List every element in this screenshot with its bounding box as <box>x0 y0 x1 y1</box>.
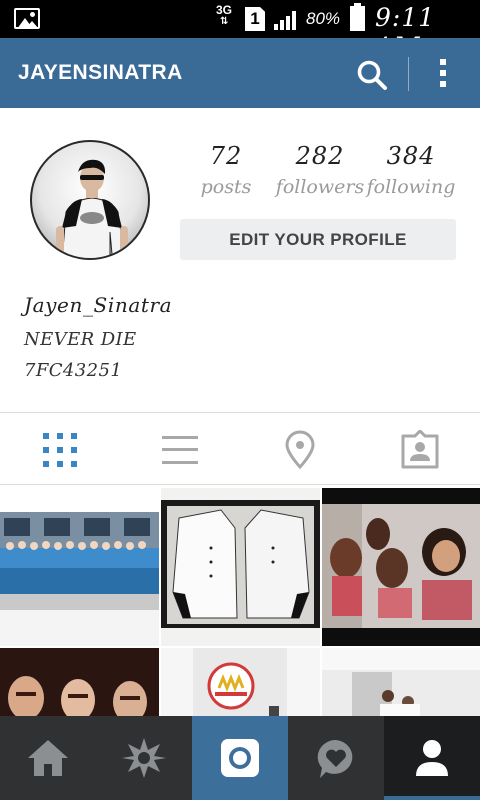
following-label: following <box>366 176 456 198</box>
photo-thumbnail[interactable] <box>0 488 159 646</box>
followers-stat[interactable]: 282 followers <box>274 142 366 198</box>
search-icon[interactable] <box>356 59 388 91</box>
sim-icon: 1 <box>245 7 265 31</box>
nav-explore[interactable] <box>96 716 192 800</box>
home-icon <box>28 740 68 776</box>
edit-profile-button[interactable]: EDIT YOUR PROFILE <box>180 219 456 260</box>
network-type: 3G <box>216 3 233 17</box>
following-count: 384 <box>386 142 436 170</box>
grid-icon[interactable] <box>40 430 80 470</box>
battery-percent: 80% <box>306 9 341 28</box>
photo-thumbnail[interactable] <box>161 488 320 646</box>
network-indicator: 3G ⇅ <box>216 3 233 27</box>
photo-thumbnail[interactable] <box>322 648 480 718</box>
photo-thumbnail[interactable] <box>322 488 480 646</box>
profile-stats: 72 posts 282 followers 384 following <box>180 142 456 212</box>
camera-icon <box>221 739 259 777</box>
nav-profile[interactable] <box>384 716 480 800</box>
followers-count: 282 <box>295 142 345 170</box>
avatar[interactable] <box>30 140 150 260</box>
bio-name: Jayen_Sinatra <box>24 293 173 317</box>
activity-heart-icon <box>317 739 353 778</box>
tagged-user-icon[interactable] <box>400 430 440 470</box>
divider <box>0 484 480 485</box>
photo-thumbnail[interactable] <box>0 648 159 718</box>
map-pin-icon[interactable] <box>280 430 320 470</box>
gallery-notification-icon <box>14 8 40 29</box>
nav-camera[interactable] <box>192 716 288 800</box>
profile-icon <box>416 740 448 776</box>
posts-stat[interactable]: 72 posts <box>184 142 268 198</box>
divider <box>0 412 480 413</box>
photo-thumbnail[interactable] <box>161 648 320 718</box>
bio-line: 7FC43251 <box>24 360 123 381</box>
data-arrows-icon: ⇅ <box>220 16 229 27</box>
signal-icon <box>274 11 296 30</box>
nav-home[interactable] <box>0 716 96 800</box>
header-divider <box>408 57 409 91</box>
posts-label: posts <box>200 176 252 198</box>
posts-count: 72 <box>209 142 243 170</box>
bio-line: NEVER DIE <box>24 329 137 350</box>
bottom-navigation <box>0 716 480 800</box>
following-stat[interactable]: 384 following <box>366 142 456 198</box>
avatar-photo <box>56 159 128 258</box>
explore-star-icon <box>122 738 166 778</box>
more-options-icon[interactable] <box>432 57 454 91</box>
list-icon[interactable] <box>160 430 200 470</box>
nav-activity[interactable] <box>288 716 384 800</box>
app-header: JAYENSINATRA <box>0 38 480 108</box>
profile-username: JAYENSINATRA <box>18 61 183 84</box>
battery-icon <box>350 3 365 31</box>
followers-label: followers <box>275 176 365 198</box>
status-bar: 3G ⇅ 1 80% 9:11 AM <box>0 0 480 61</box>
